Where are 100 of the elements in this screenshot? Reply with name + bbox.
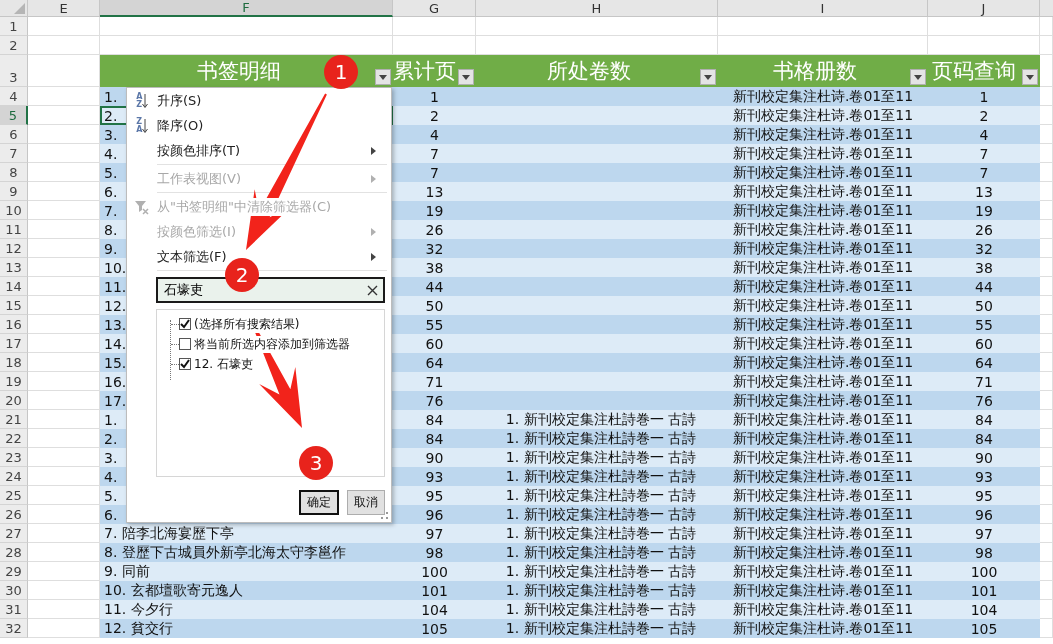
row-number[interactable]: 19 (0, 372, 28, 391)
row-number[interactable]: 30 (0, 581, 28, 600)
row-number[interactable]: 24 (0, 467, 28, 486)
row-number[interactable]: 28 (0, 543, 28, 562)
empty-cell (1040, 372, 1053, 391)
option-label[interactable]: (选择所有搜索结果) (194, 315, 300, 333)
empty-cell (1040, 182, 1053, 201)
row-number[interactable]: 32 (0, 619, 28, 638)
row-number[interactable]: 8 (0, 163, 28, 182)
row-number[interactable]: 17 (0, 334, 28, 353)
table-cell: 96 (393, 505, 476, 524)
table-cell: 新刊校定集注杜诗.卷01至11 (718, 315, 928, 334)
corner-triangle-icon (14, 3, 25, 14)
table-cell: 32 (928, 239, 1040, 258)
empty-cell (1040, 55, 1053, 87)
table-cell: 7. 陪李北海宴歷下亭 (100, 524, 393, 543)
column-header[interactable]: G (393, 0, 476, 17)
empty-cell (1040, 296, 1053, 315)
row-number[interactable]: 25 (0, 486, 28, 505)
filter-dropdown-button[interactable] (700, 69, 716, 85)
ok-button[interactable]: 确定 (299, 490, 339, 515)
empty-cell (1040, 467, 1053, 486)
row-number[interactable]: 4 (0, 87, 28, 106)
checkbox[interactable] (179, 318, 191, 330)
clear-filter-icon (134, 198, 150, 215)
menu-item[interactable]: ZA 降序(O) (127, 113, 391, 138)
table-cell: 新刊校定集注杜诗.卷01至11 (718, 562, 928, 581)
row-number[interactable]: 12 (0, 239, 28, 258)
table-cell: 38 (928, 258, 1040, 277)
table-cell: 新刊校定集注杜诗.卷01至11 (718, 353, 928, 372)
row-number[interactable]: 6 (0, 125, 28, 144)
column-header[interactable]: E (28, 0, 100, 17)
row-number[interactable]: 1 (0, 17, 28, 36)
row-number[interactable]: 3 (0, 55, 28, 87)
table-cell: 1. 新刊校定集注杜詩巻一 古詩 (476, 505, 718, 524)
row-number[interactable]: 26 (0, 505, 28, 524)
table-cell: 93 (393, 467, 476, 486)
row-number[interactable]: 23 (0, 448, 28, 467)
table-cell: 97 (928, 524, 1040, 543)
column-header[interactable]: H (476, 0, 718, 17)
table-cell: 64 (928, 353, 1040, 372)
row-number[interactable]: 13 (0, 258, 28, 277)
table-cell: 新刊校定集注杜诗.卷01至11 (718, 144, 928, 163)
row-number[interactable]: 16 (0, 315, 28, 334)
option-label[interactable]: 12. 石壕吏 (194, 355, 253, 373)
row-number[interactable]: 10 (0, 201, 28, 220)
table-cell: 13 (928, 182, 1040, 201)
filter-dropdown-button[interactable] (1022, 69, 1038, 85)
row-number[interactable]: 14 (0, 277, 28, 296)
caret-icon (462, 74, 470, 80)
checkbox[interactable] (179, 358, 191, 370)
cancel-button[interactable]: 取消 (347, 490, 385, 515)
row-number[interactable]: 11 (0, 220, 28, 239)
filter-dropdown-button[interactable] (910, 69, 926, 85)
row-number[interactable]: 2 (0, 36, 28, 55)
row-number[interactable]: 21 (0, 410, 28, 429)
table-cell: 新刊校定集注杜诗.卷01至11 (718, 505, 928, 524)
filter-dropdown-button[interactable] (375, 69, 391, 85)
row-number[interactable]: 27 (0, 524, 28, 543)
table-cell: 76 (393, 391, 476, 410)
table-cell: 101 (928, 581, 1040, 600)
table-cell: 新刊校定集注杜诗.卷01至11 (718, 334, 928, 353)
row-number[interactable]: 29 (0, 562, 28, 581)
table-cell: 12. 貧交行 (100, 619, 393, 638)
table-cell: 84 (928, 410, 1040, 429)
empty-cell (1040, 581, 1053, 600)
row-number[interactable]: 22 (0, 429, 28, 448)
table-cell: 4 (928, 125, 1040, 144)
column-header[interactable]: F (100, 0, 393, 17)
table-cell: 60 (393, 334, 476, 353)
table-cell: 55 (393, 315, 476, 334)
table-header: 页码查询 (928, 55, 1040, 87)
table-cell: 38 (393, 258, 476, 277)
empty-cell (1040, 258, 1053, 277)
row-number[interactable]: 5 (0, 106, 28, 125)
table-cell: 96 (928, 505, 1040, 524)
caret-icon (914, 74, 922, 80)
empty-cell (1040, 125, 1053, 144)
column-header[interactable]: J (928, 0, 1040, 17)
row-number[interactable]: 18 (0, 353, 28, 372)
filter-dropdown-button[interactable] (458, 69, 474, 85)
empty-cell (1040, 353, 1053, 372)
table-cell: 105 (928, 619, 1040, 638)
row-number[interactable]: 7 (0, 144, 28, 163)
table-cell: 1. 新刊校定集注杜詩巻一 古詩 (476, 486, 718, 505)
table-cell: 新刊校定集注杜诗.卷01至11 (718, 448, 928, 467)
option-label[interactable]: 将当前所选内容添加到筛选器 (194, 335, 350, 353)
checkbox[interactable] (179, 338, 191, 350)
table-cell: 71 (928, 372, 1040, 391)
row-number[interactable]: 9 (0, 182, 28, 201)
resize-grip-icon[interactable] (381, 512, 389, 520)
table-cell: 7 (928, 144, 1040, 163)
table-cell: 95 (928, 486, 1040, 505)
row-number[interactable]: 31 (0, 600, 28, 619)
row-number[interactable]: 15 (0, 296, 28, 315)
row-number[interactable]: 20 (0, 391, 28, 410)
column-header[interactable]: I (718, 0, 928, 17)
table-cell: 1. 新刊校定集注杜詩巻一 古詩 (476, 524, 718, 543)
table-cell: 104 (928, 600, 1040, 619)
table-cell: 90 (928, 448, 1040, 467)
